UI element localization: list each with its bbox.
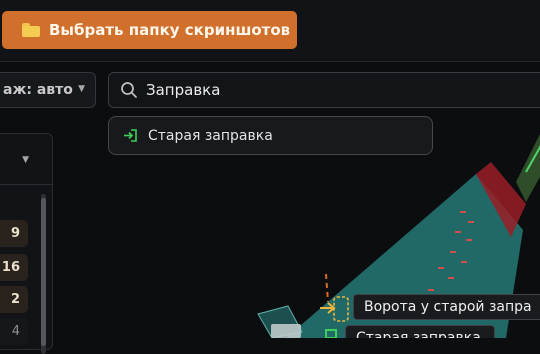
pick-screenshots-folder-button[interactable]: Выбрать папку скриншотов: [2, 11, 297, 49]
entry-icon: [124, 129, 137, 142]
folder-icon: [22, 23, 40, 37]
side-panel: ▼ 9 16 2 4: [0, 133, 53, 354]
scrollbar[interactable]: [41, 194, 46, 354]
vehicle-shape: [271, 324, 301, 338]
pick-folder-label: Выбрать папку скриншотов: [49, 21, 291, 39]
search-suggestion-item[interactable]: Старая заправка: [108, 116, 433, 155]
list-item-count[interactable]: 4: [0, 318, 28, 345]
chevron-down-icon: ▼: [22, 155, 29, 165]
list-item-count[interactable]: 9: [0, 220, 28, 247]
map-label-fuel-station[interactable]: Старая заправка: [345, 325, 495, 338]
map-view[interactable]: Ворота у старой запра Старая заправка: [56, 62, 540, 338]
side-panel-header[interactable]: ▼: [0, 134, 52, 185]
suggestion-label: Старая заправка: [148, 127, 273, 144]
path-line: [325, 273, 329, 303]
scrollbar-thumb[interactable]: [41, 198, 46, 346]
top-bar: Выбрать папку скриншотов: [0, 0, 540, 62]
list-item-count[interactable]: 2: [0, 286, 28, 313]
map-label-gate[interactable]: Ворота у старой запра: [353, 294, 540, 320]
list-item-count[interactable]: 16: [0, 254, 28, 281]
road-segment: [516, 134, 540, 202]
